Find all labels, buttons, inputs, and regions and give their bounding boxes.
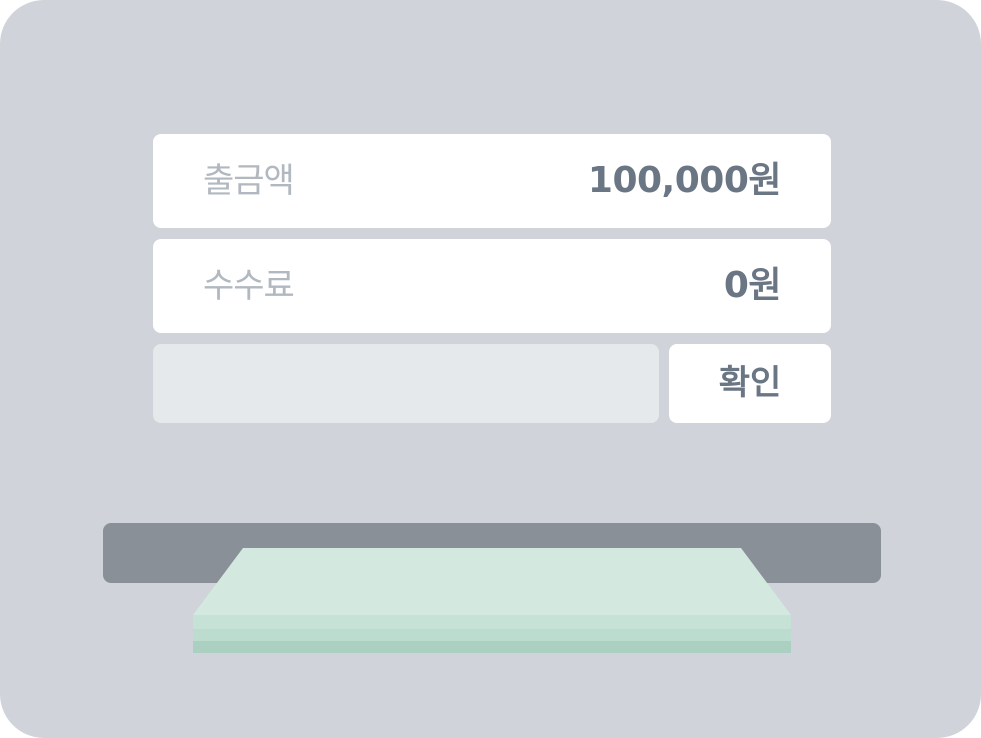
- cash-dispenser-slot: [103, 523, 881, 583]
- confirm-button[interactable]: 확인: [669, 344, 831, 423]
- atm-machine: 출금액 100,000원 수수료 0원 확인: [0, 0, 981, 738]
- fee-label: 수수료: [203, 266, 295, 306]
- fee-row: 수수료 0원: [153, 239, 831, 333]
- pin-input-field[interactable]: [153, 344, 659, 423]
- banknote-bottom: [193, 640, 791, 653]
- withdrawal-amount-value: 100,000원: [587, 160, 782, 201]
- withdrawal-amount-label: 출금액: [203, 161, 295, 201]
- withdrawal-amount-row: 출금액 100,000원: [153, 134, 831, 228]
- banknote-lower: [193, 615, 791, 629]
- banknote-middle: [193, 628, 791, 641]
- fee-value: 0원: [723, 265, 782, 306]
